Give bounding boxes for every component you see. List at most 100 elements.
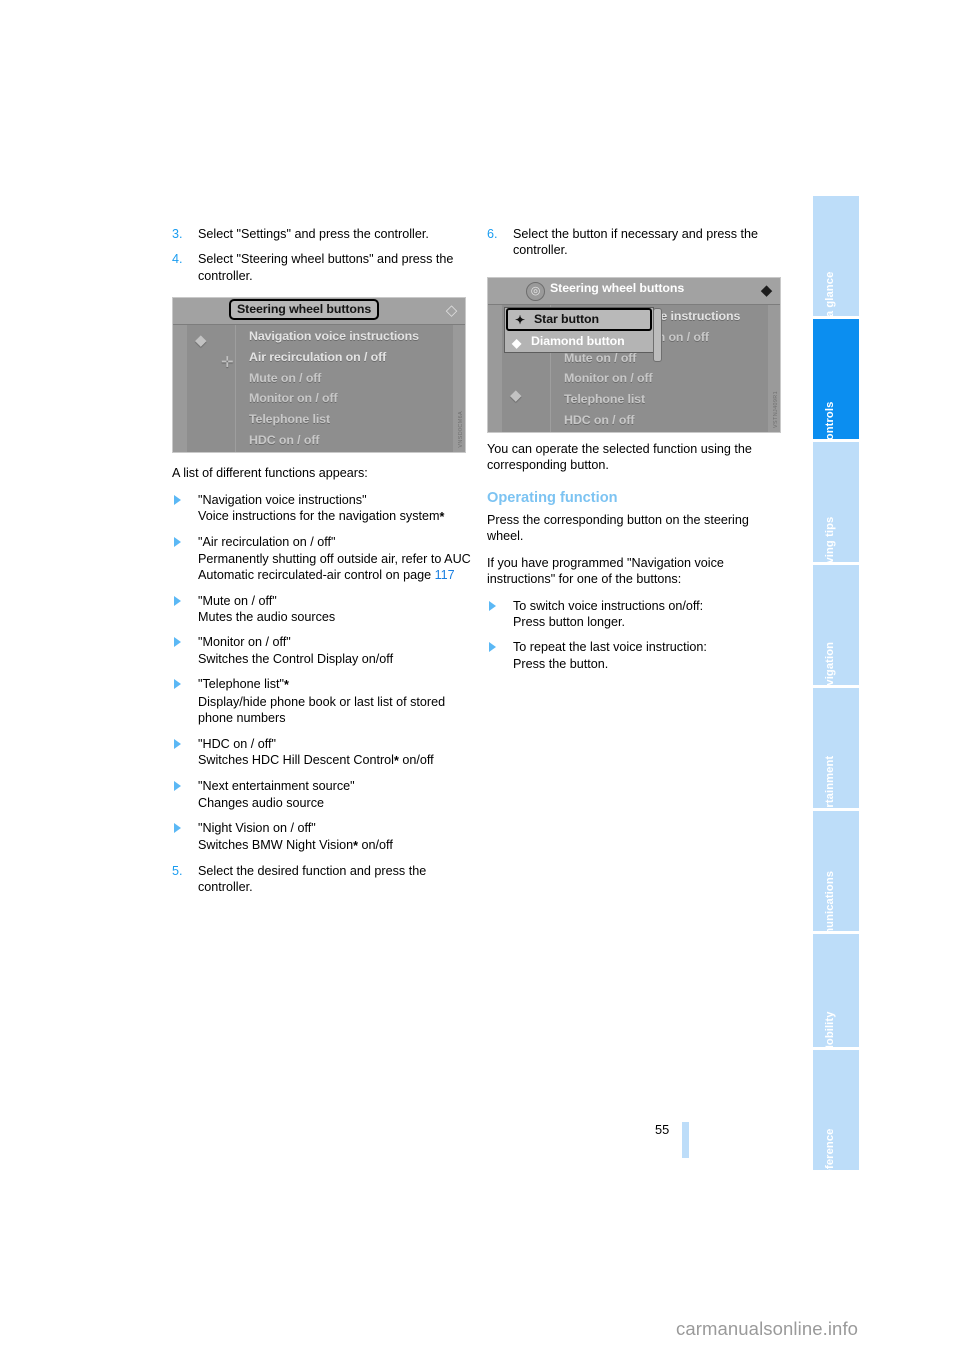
figure-steering-wheel-buttons-menu: Steering wheel buttons ◇ ◆ ✛ Navigation … (172, 297, 466, 453)
manual-page: 3. Select "Settings" and press the contr… (0, 0, 960, 1358)
menu-item: Air recirculation on / off (249, 349, 387, 364)
menu-item: Telephone list (249, 412, 330, 427)
figure-right-title: Steering wheel buttons (550, 281, 685, 295)
bullet-telephone-list: "Telephone list"* Display/hide phone boo… (172, 676, 472, 726)
popup-item-star-button[interactable]: ✦ Star button (506, 308, 652, 331)
bullet-monitor: "Monitor on / off" Switches the Control … (172, 634, 472, 667)
bullet-title: "Next entertainment source" (198, 779, 355, 794)
bullet-title: "Monitor on / off" (198, 635, 291, 650)
bullet-title: "Night Vision on / off" (198, 821, 316, 836)
menu-item: Telephone list (564, 392, 645, 407)
bullet-desc: Mutes the audio sources (198, 610, 336, 625)
bullet-desc: Press the button. (513, 656, 609, 671)
asterisk-mark: * (439, 510, 445, 525)
programmed-nav-voice-text: If you have programmed "Navigation voice… (487, 555, 724, 587)
figure-left-menu-list: Navigation voice instructions Air recirc… (249, 326, 419, 451)
step-6: 6. Select the button if necessary and pr… (487, 226, 787, 259)
step-3-text: Select "Settings" and press the controll… (198, 227, 429, 241)
step-3: 3. Select "Settings" and press the contr… (172, 226, 472, 242)
triangle-bullet-icon (174, 823, 181, 834)
bullet-desc-text: Switches BMW Night Vision (198, 837, 354, 852)
step-5: 5. Select the desired function and press… (172, 863, 472, 896)
triangle-bullet-icon (174, 537, 181, 548)
triangle-bullet-icon (174, 637, 181, 648)
bullet-desc: Switches the Control Display on/off (198, 651, 394, 666)
bullet-desc-text: Voice instructions for the navigation sy… (198, 509, 440, 524)
step-4: 4. Select "Steering wheel buttons" and p… (172, 251, 472, 284)
bullet-title: "Navigation voice instructions" (198, 492, 367, 507)
tab-entertainment[interactable]: Entertainment (813, 688, 859, 832)
diamond-icon: ◆ (512, 336, 522, 350)
menu-item: HDC on / off (249, 432, 320, 447)
bullet-desc: Switches HDC Hill Descent Control* on/of… (198, 752, 472, 769)
step-6-number: 6. (487, 227, 498, 241)
controller-icon: ◆ (760, 282, 773, 299)
star-button-icon: ✛ (221, 354, 234, 371)
triangle-bullet-icon (489, 642, 496, 653)
diamond-button-icon: ◆ (510, 387, 522, 404)
figure-button-assignment-popup: ◎ Steering wheel buttons ◆ ◆ voice instr… (487, 277, 781, 433)
bullet-desc: Voice instructions for the navigation sy… (198, 508, 472, 525)
operate-selected-function-text: You can operate the selected function us… (487, 441, 752, 473)
bullet-night-vision: "Night Vision on / off" Switches BMW Nig… (172, 820, 472, 854)
menu-item: Navigation voice instructions (249, 329, 419, 343)
step-5-text: Select the desired function and press th… (198, 863, 427, 895)
step-4-number: 4. (172, 252, 183, 267)
step-6-text: Select the button if necessary and press… (513, 227, 759, 258)
bullet-navigation-voice: "Navigation voice instructions" Voice in… (172, 492, 472, 526)
tab-at-a-glance[interactable]: At a glance (813, 196, 859, 332)
tab-label: Reference (824, 1128, 836, 1184)
menu-item: HDC on / off (564, 412, 635, 427)
page-reference-link[interactable]: 117 (435, 568, 455, 582)
tab-reference[interactable]: Reference (813, 1050, 859, 1184)
popup-item-label: Star button (534, 312, 599, 326)
figure-left-title: Steering wheel buttons (229, 299, 380, 320)
popup-scrollbar[interactable] (653, 308, 662, 362)
bullet-title: "HDC on / off" (198, 736, 277, 751)
bullet-repeat-voice-instruction: To repeat the last voice instruction: Pr… (487, 639, 787, 672)
bullet-air-recirculation: "Air recirculation on / off" Permanently… (172, 534, 472, 583)
chapter-tab-rail: At a glance Controls Driving tips Naviga… (813, 196, 859, 1184)
tab-controls[interactable]: Controls (813, 319, 859, 448)
bullet-switch-voice-instructions: To switch voice instructions on/off: Pre… (487, 598, 787, 631)
step-3-number: 3. (172, 227, 183, 241)
triangle-bullet-icon (174, 595, 181, 606)
page-number-bar (682, 1122, 689, 1158)
bullet-hdc: "HDC on / off" Switches HDC Hill Descent… (172, 736, 472, 770)
menu-item: Mute on / off (249, 370, 322, 385)
figure-column-divider (235, 325, 236, 452)
popup-item-diamond-button[interactable]: ◆ Diamond button (505, 331, 653, 352)
bullet-desc-tail: on/off (398, 752, 434, 767)
bullet-title: "Telephone list"* (198, 676, 472, 693)
triangle-bullet-icon (174, 679, 181, 690)
step-5-number: 5. (172, 863, 183, 878)
step-4-text: Select "Steering wheel buttons" and pres… (198, 252, 454, 283)
tab-communications[interactable]: Communications (813, 811, 859, 963)
triangle-bullet-icon (489, 600, 496, 611)
figure-left-code: VNSD0CM6A (458, 411, 464, 448)
check-circle-icon: ◎ (526, 282, 545, 301)
triangle-bullet-icon (174, 781, 181, 792)
triangle-bullet-icon (174, 494, 181, 505)
menu-item: Monitor on / off (564, 371, 653, 386)
bullet-desc-tail: on/off (358, 837, 393, 852)
bullet-desc: Permanently shutting off outside air, re… (198, 551, 472, 584)
button-selection-popup[interactable]: ✦ Star button ◆ Diamond button (504, 307, 662, 362)
bullet-title: "Air recirculation on / off" (198, 535, 336, 550)
figure-right-code: VSTNJ409R1 (773, 391, 779, 428)
bullet-desc: Press button longer. (513, 615, 626, 630)
star-icon: ✦ (515, 313, 525, 327)
press-button-text: Press the corresponding button on the st… (487, 513, 749, 544)
operating-function-heading: Operating function (487, 489, 618, 506)
bullet-desc-text: Switches HDC Hill Descent Control (198, 752, 394, 767)
bullet-title: To switch voice instructions on/off: (513, 598, 704, 613)
diamond-button-icon: ◆ (195, 332, 207, 349)
tab-mobility[interactable]: Mobility (813, 934, 859, 1055)
bullet-desc: Changes audio source (198, 795, 325, 810)
site-watermark: carmanualsonline.info (676, 1318, 859, 1339)
bullet-title: "Mute on / off" (198, 593, 277, 608)
bullet-mute: "Mute on / off" Mutes the audio sources (172, 593, 472, 626)
bullet-desc: Display/hide phone book or last list of … (198, 694, 446, 726)
tab-driving-tips[interactable]: Driving tips (813, 442, 859, 579)
tab-navigation[interactable]: Navigation (813, 565, 859, 700)
